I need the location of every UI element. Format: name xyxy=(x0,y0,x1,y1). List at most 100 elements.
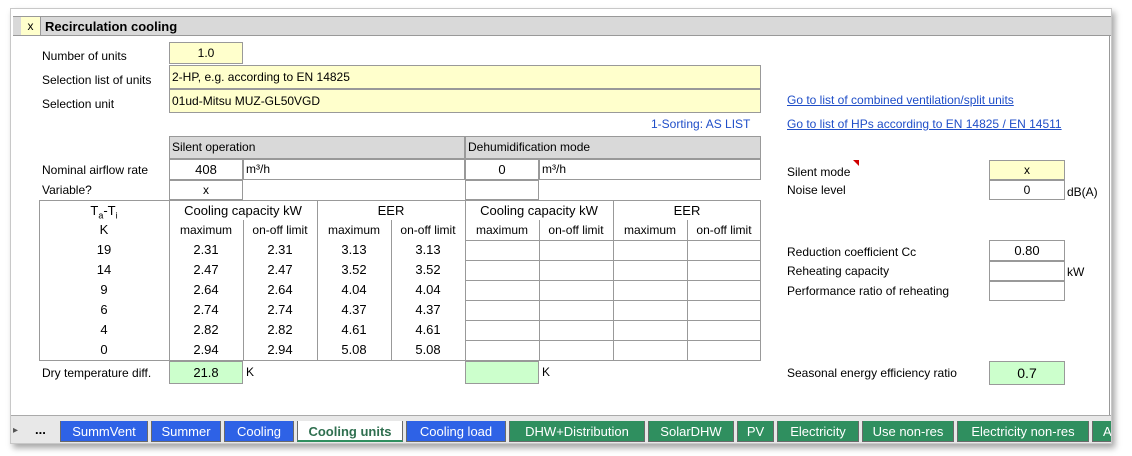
dry-temp-dehum-unit: K xyxy=(542,365,551,379)
selection-list-field[interactable]: 2-HP, e.g. according to EN 14825 xyxy=(169,65,761,89)
dehum-eer-header: EER xyxy=(673,203,701,218)
section-title: Recirculation cooling xyxy=(45,19,178,34)
table-cell: 4.61 xyxy=(415,322,441,337)
tab-au[interactable]: Au xyxy=(1092,421,1111,442)
dehum-cooling-capacity-header: Cooling capacity kW xyxy=(480,203,598,218)
variable-field[interactable]: x xyxy=(169,180,243,200)
tab-ellipsis[interactable]: ... xyxy=(35,422,46,437)
label-number-units: Number of units xyxy=(42,49,127,63)
tab-dhw-distribution[interactable]: DHW+Distribution xyxy=(509,421,645,442)
table-cell: 2.74 xyxy=(267,302,293,317)
subheader-onoff: on-off limit xyxy=(252,223,308,237)
table-row-temp: 6 xyxy=(100,302,108,317)
noise-level-unit: dB(A) xyxy=(1067,185,1098,199)
label-seer: Seasonal energy efficiency ratio xyxy=(787,366,957,380)
label-reheating: Reheating capacity xyxy=(787,264,890,278)
table-cell: 3.52 xyxy=(341,262,367,277)
dry-temp-dehum-field xyxy=(465,361,539,384)
reduction-field[interactable]: 0.80 xyxy=(989,240,1065,261)
tab-cooling-load[interactable]: Cooling load xyxy=(406,421,506,442)
selection-unit-field[interactable]: 01ud-Mitsu MUZ-GL50VGD xyxy=(169,89,761,113)
sheet-tab-bar: ▸ ... SummVent Summer Cooling Cooling un… xyxy=(11,415,1111,443)
label-noise-level: Noise level xyxy=(787,183,846,197)
reheating-field[interactable] xyxy=(989,261,1065,281)
table-row-line xyxy=(465,260,761,261)
table-cell: 5.08 xyxy=(415,342,441,357)
reheating-unit: kW xyxy=(1067,265,1085,279)
silent-mode-field[interactable]: x xyxy=(989,160,1065,180)
subheader-onoff: on-off limit xyxy=(400,223,456,237)
tab-pv[interactable]: PV xyxy=(737,421,774,442)
table-cell: 4.37 xyxy=(415,302,441,317)
perf-ratio-field[interactable] xyxy=(989,281,1065,301)
tab-cooling[interactable]: Cooling xyxy=(224,421,294,442)
tab-electricity-non-res[interactable]: Electricity non-res xyxy=(957,421,1089,442)
dehum-airflow-unit: m³/h xyxy=(539,159,761,180)
dehum-variable-field[interactable] xyxy=(465,180,539,200)
dehum-airflow-field[interactable]: 0 xyxy=(465,159,539,180)
table-row-temp: 0 xyxy=(100,342,108,357)
worksheet: x Recirculation cooling Number of units … xyxy=(10,8,1112,444)
dry-temp-unit: K xyxy=(246,365,255,379)
tab-scroll-right-icon[interactable]: ▸ xyxy=(13,425,18,436)
tab-summer[interactable]: Summer xyxy=(151,421,221,442)
subheader-maximum: maximum xyxy=(179,223,232,237)
ta-ti-header: Ta-Ti xyxy=(90,203,118,221)
tab-summvent[interactable]: SummVent xyxy=(60,421,148,442)
link-hp-list[interactable]: Go to list of HPs according to EN 14825 … xyxy=(787,117,1062,131)
label-variable: Variable? xyxy=(42,183,92,197)
tab-cooling-units[interactable]: Cooling units xyxy=(297,421,403,442)
number-units-field[interactable]: 1.0 xyxy=(169,42,243,64)
comment-indicator-icon xyxy=(853,160,859,166)
table-row-temp: 9 xyxy=(100,282,108,297)
table-cell: 2.82 xyxy=(267,322,293,337)
table-cell: 3.13 xyxy=(415,242,441,257)
table-cell: 5.08 xyxy=(341,342,367,357)
sheet-right-border xyxy=(1109,36,1110,415)
table-cell: 4.61 xyxy=(341,322,367,337)
table-row-line xyxy=(465,340,761,341)
label-selection-unit: Selection unit xyxy=(42,97,115,111)
table-row-line xyxy=(465,280,761,281)
table-cell: 2.47 xyxy=(267,262,293,277)
table-cell: 2.64 xyxy=(193,282,219,297)
table-row-line xyxy=(465,300,761,301)
label-dry-temp: Dry temperature diff. xyxy=(42,366,152,380)
seer-field: 0.7 xyxy=(989,361,1065,385)
table-cell: 2.94 xyxy=(193,342,219,357)
label-selection-list: Selection list of units xyxy=(42,73,152,87)
table-row-line xyxy=(465,240,761,241)
ta-ti-unit: K xyxy=(99,222,109,237)
table-row-temp: 4 xyxy=(100,322,108,337)
table-row-temp: 19 xyxy=(96,242,112,257)
label-silent-mode: Silent mode xyxy=(787,165,851,179)
label-nominal-airflow: Nominal airflow rate xyxy=(42,163,149,177)
table-cell: 4.37 xyxy=(341,302,367,317)
table-cell: 2.31 xyxy=(193,242,219,257)
table-cell: 3.13 xyxy=(341,242,367,257)
section-header: x Recirculation cooling xyxy=(13,16,1111,36)
sorting-label: 1-Sorting: AS LIST xyxy=(651,117,751,131)
tab-solardhw[interactable]: SolarDHW xyxy=(648,421,734,442)
tab-electricity[interactable]: Electricity xyxy=(777,421,859,442)
link-ventilation-split[interactable]: Go to list of combined ventilation/split… xyxy=(787,93,1014,107)
noise-level-field[interactable]: 0 xyxy=(989,180,1065,200)
table-cell: 4.04 xyxy=(415,282,441,297)
label-perf-ratio: Performance ratio of reheating xyxy=(787,284,950,298)
subheader-maximum: maximum xyxy=(327,223,380,237)
subheader-maximum: maximum xyxy=(475,223,528,237)
table-cell: 2.82 xyxy=(193,322,219,337)
cooling-capacity-header: Cooling capacity kW xyxy=(184,203,302,218)
silent-airflow-unit: m³/h xyxy=(243,159,465,180)
subheader-onoff: on-off limit xyxy=(696,223,752,237)
silent-airflow-field[interactable]: 408 xyxy=(169,159,243,180)
table-cell: 2.74 xyxy=(193,302,219,317)
table-cell: 2.94 xyxy=(267,342,293,357)
section-toggle[interactable]: x xyxy=(21,17,41,35)
tab-use-non-res[interactable]: Use non-res xyxy=(862,421,954,442)
table-cell: 2.31 xyxy=(267,242,293,257)
table-cell: 3.52 xyxy=(415,262,441,277)
table-row-line xyxy=(465,320,761,321)
eer-header: EER xyxy=(377,203,405,218)
subheader-maximum: maximum xyxy=(623,223,676,237)
